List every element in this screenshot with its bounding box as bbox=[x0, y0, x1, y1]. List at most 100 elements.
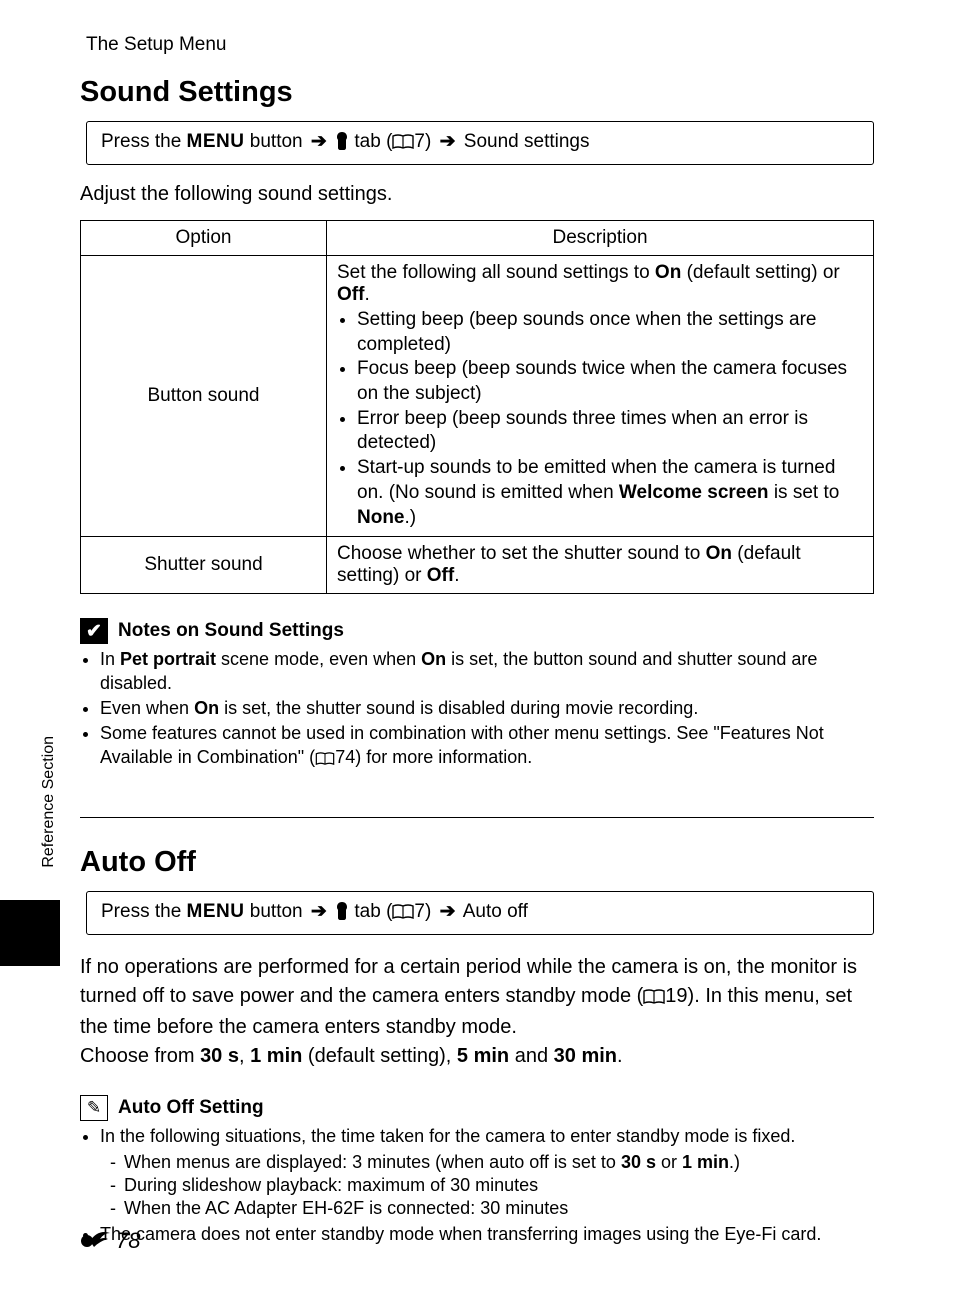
page-ref: 74 bbox=[335, 747, 355, 767]
para-bold: 1 min bbox=[250, 1045, 302, 1067]
book-icon bbox=[392, 903, 414, 925]
para-bold: 30 min bbox=[554, 1045, 617, 1067]
note-text: scene mode, even when bbox=[216, 649, 421, 669]
wrench-icon bbox=[335, 902, 349, 926]
para-text: , bbox=[239, 1045, 250, 1067]
section-title-autooff: Auto Off bbox=[80, 846, 874, 879]
col-option: Option bbox=[81, 221, 327, 256]
list-item: In the following situations, the time ta… bbox=[100, 1125, 874, 1221]
note-text: or bbox=[656, 1152, 682, 1172]
note-bold: 1 min bbox=[682, 1152, 729, 1172]
desc-text: (default setting) or bbox=[681, 262, 839, 283]
menu-button-label: MENU bbox=[187, 901, 245, 922]
note-bold: Pet portrait bbox=[120, 649, 216, 669]
list-item: In Pet portrait scene mode, even when On… bbox=[100, 648, 874, 695]
desc-bold: None bbox=[357, 507, 405, 528]
note-text: In bbox=[100, 649, 120, 669]
desc-bold: Off bbox=[427, 565, 454, 586]
pencil-icon: ✎ bbox=[80, 1095, 108, 1121]
desc-list: Setting beep (beep sounds once when the … bbox=[337, 308, 863, 530]
page-ref: 7 bbox=[414, 901, 425, 922]
wrench-icon bbox=[335, 132, 349, 156]
table-row: Button sound Set the following all sound… bbox=[81, 256, 874, 537]
body-paragraph: If no operations are performed for a cer… bbox=[80, 953, 874, 1071]
section-title-sound: Sound Settings bbox=[80, 76, 874, 109]
arrow-icon: ➔ bbox=[311, 901, 327, 922]
description-cell: Set the following all sound settings to … bbox=[327, 256, 874, 537]
desc-bold: On bbox=[706, 543, 732, 564]
page-ref: 7 bbox=[414, 131, 425, 152]
list-item: Focus beep (beep sounds twice when the c… bbox=[357, 357, 863, 406]
notes-autooff: ✎ Auto Off Setting In the following situ… bbox=[80, 1095, 874, 1246]
breadcrumb-text: ) bbox=[425, 131, 437, 152]
note-text: is set, the shutter sound is disabled du… bbox=[219, 698, 698, 718]
list-item: Setting beep (beep sounds once when the … bbox=[357, 308, 863, 357]
check-icon: ✔ bbox=[80, 618, 108, 644]
list-item: When the AC Adapter EH-62F is connected:… bbox=[124, 1197, 874, 1220]
breadcrumb-autooff: Press the MENU button ➔ tab ( 7) ➔ Auto o… bbox=[86, 891, 874, 935]
desc-bold: Off bbox=[337, 284, 364, 305]
breadcrumb-text: tab ( bbox=[349, 901, 392, 922]
para-text: Choose from bbox=[80, 1045, 200, 1067]
note-text: Even when bbox=[100, 698, 194, 718]
breadcrumb-text: ) bbox=[425, 901, 437, 922]
list-item: The camera does not enter standby mode w… bbox=[100, 1223, 874, 1246]
col-description: Description bbox=[327, 221, 874, 256]
arrow-icon: ➔ bbox=[311, 131, 327, 152]
desc-bold: Welcome screen bbox=[619, 482, 769, 503]
list-item: Even when On is set, the shutter sound i… bbox=[100, 697, 874, 720]
breadcrumb-text: tab ( bbox=[349, 131, 392, 152]
breadcrumb-text: Press the bbox=[101, 131, 187, 152]
breadcrumb-text: button bbox=[245, 131, 308, 152]
option-cell: Shutter sound bbox=[81, 537, 327, 594]
book-icon bbox=[315, 748, 335, 771]
description-cell: Choose whether to set the shutter sound … bbox=[327, 537, 874, 594]
note-bold: On bbox=[194, 698, 219, 718]
para-text: and bbox=[509, 1045, 553, 1067]
para-bold: 5 min bbox=[457, 1045, 509, 1067]
note-bold: On bbox=[421, 649, 446, 669]
page-ref: 19 bbox=[665, 985, 687, 1007]
arrow-icon: ➔ bbox=[440, 131, 456, 152]
breadcrumb-sound: Press the MENU button ➔ tab ( 7) ➔ Sound … bbox=[86, 121, 874, 165]
para-text: . bbox=[617, 1045, 623, 1067]
note-title: Notes on Sound Settings bbox=[118, 620, 344, 642]
notes-sound: ✔ Notes on Sound Settings In Pet portrai… bbox=[80, 618, 874, 771]
side-tab-marker bbox=[0, 900, 60, 966]
breadcrumb-text: button bbox=[245, 901, 308, 922]
note-list: In Pet portrait scene mode, even when On… bbox=[80, 648, 874, 771]
desc-text: Set the following all sound settings to bbox=[337, 262, 655, 283]
note-text: When menus are displayed: 3 minutes (whe… bbox=[124, 1152, 621, 1172]
note-header: ✎ Auto Off Setting bbox=[80, 1095, 874, 1121]
list-item: Error beep (beep sounds three times when… bbox=[357, 407, 863, 456]
desc-text: . bbox=[364, 284, 369, 305]
settings-table: Option Description Button sound Set the … bbox=[80, 220, 874, 594]
para-bold: 30 s bbox=[200, 1045, 239, 1067]
note-text: ) for more information. bbox=[355, 747, 532, 767]
list-item: During slideshow playback: maximum of 30… bbox=[124, 1174, 874, 1197]
list-item: Some features cannot be used in combinat… bbox=[100, 722, 874, 771]
page-footer: 78 bbox=[80, 1227, 140, 1254]
divider bbox=[80, 817, 874, 818]
desc-bold: On bbox=[655, 262, 681, 283]
note-sublist: When menus are displayed: 3 minutes (whe… bbox=[100, 1151, 874, 1221]
menu-button-label: MENU bbox=[187, 131, 245, 152]
desc-text: is set to bbox=[769, 482, 840, 503]
reference-mark-icon bbox=[80, 1227, 112, 1254]
list-item: When menus are displayed: 3 minutes (whe… bbox=[124, 1151, 874, 1174]
note-text: In the following situations, the time ta… bbox=[100, 1126, 795, 1146]
arrow-icon: ➔ bbox=[440, 901, 456, 922]
note-list: In the following situations, the time ta… bbox=[80, 1125, 874, 1246]
note-header: ✔ Notes on Sound Settings bbox=[80, 618, 874, 644]
page: The Setup Menu Sound Settings Press the … bbox=[0, 0, 954, 1314]
desc-text: Choose whether to set the shutter sound … bbox=[337, 543, 706, 564]
note-bold: 30 s bbox=[621, 1152, 656, 1172]
breadcrumb-target: Sound settings bbox=[459, 131, 590, 152]
breadcrumb-target: Auto off bbox=[459, 901, 528, 922]
breadcrumb-text: Press the bbox=[101, 901, 187, 922]
desc-text: . bbox=[454, 565, 459, 586]
running-head: The Setup Menu bbox=[86, 34, 874, 56]
desc-text: .) bbox=[405, 507, 417, 528]
page-number: 78 bbox=[116, 1228, 140, 1254]
option-cell: Button sound bbox=[81, 256, 327, 537]
